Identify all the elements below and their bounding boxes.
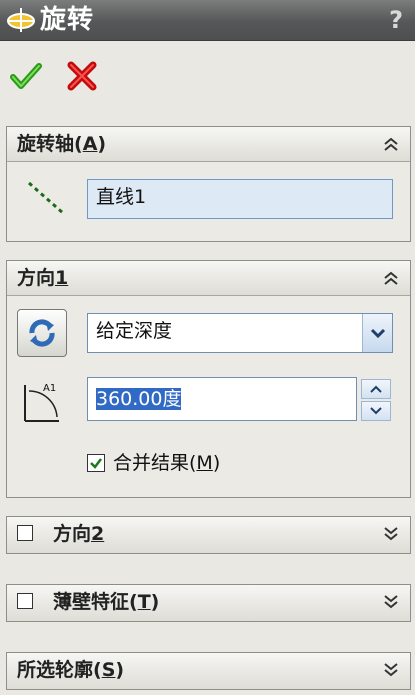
reverse-direction-button[interactable] (17, 309, 67, 357)
checkmark-icon (90, 458, 102, 469)
page-title: 旋转 (40, 5, 95, 35)
angle-icon: A1 (24, 383, 59, 422)
spin-up-icon (370, 385, 382, 393)
spin-down-icon (370, 407, 382, 415)
chevron-down-icon[interactable] (382, 661, 400, 679)
thin-feature-panel: 薄壁特征(T) (6, 584, 411, 622)
selected-contours-panel-title: 所选轮廓(S) (17, 659, 125, 681)
axis-field[interactable]: 直线1 (87, 179, 393, 219)
reverse-direction-icon (29, 319, 55, 347)
merge-result-label[interactable]: 合并结果(M) (113, 452, 220, 474)
angle-value: 360.00度 (96, 388, 182, 410)
selected-contours-panel-header[interactable]: 所选轮廓(S) (7, 653, 410, 689)
thin-feature-panel-header[interactable]: 薄壁特征(T) (7, 585, 410, 621)
axis-panel: 旋转轴(A) 直线1 (6, 126, 411, 242)
direction1-panel: 方向1 给定深度 A1 360.00度 合并结果(M) (6, 260, 411, 498)
chevron-up-icon[interactable] (382, 135, 400, 153)
merge-result-checkbox[interactable] (87, 454, 105, 472)
direction2-panel-title: 方向2 (53, 523, 105, 545)
ok-button[interactable] (10, 60, 42, 92)
thin-feature-panel-title: 薄壁特征(T) (53, 591, 160, 613)
thin-feature-checkbox[interactable] (17, 593, 33, 609)
axis-panel-title: 旋转轴(A) (17, 133, 107, 155)
direction1-panel-header[interactable]: 方向1 (7, 261, 410, 296)
help-button[interactable]: ? (389, 4, 403, 36)
revolve-feature-icon (7, 8, 35, 32)
selected-contours-panel: 所选轮廓(S) (6, 652, 411, 690)
direction2-checkbox[interactable] (17, 525, 33, 541)
direction2-panel: 方向2 (6, 516, 411, 554)
direction2-panel-header[interactable]: 方向2 (7, 517, 410, 553)
svg-text:A1: A1 (43, 383, 56, 394)
axis-panel-header[interactable]: 旋转轴(A) (7, 127, 410, 162)
direction1-panel-title: 方向1 (17, 267, 69, 289)
chevron-down-icon[interactable] (382, 525, 400, 543)
angle-increment-button[interactable] (361, 379, 391, 399)
axis-line-icon (28, 181, 64, 215)
angle-decrement-button[interactable] (361, 401, 391, 421)
end-condition-select[interactable]: 给定深度 (87, 313, 393, 353)
cancel-button[interactable] (66, 60, 98, 92)
chevron-up-icon[interactable] (382, 269, 400, 287)
chevron-down-icon[interactable] (362, 314, 392, 352)
chevron-down-icon[interactable] (382, 593, 400, 611)
title-bar: 旋转 ? (0, 0, 415, 41)
angle-input[interactable]: 360.00度 (87, 377, 357, 421)
end-condition-value: 给定深度 (96, 320, 173, 342)
